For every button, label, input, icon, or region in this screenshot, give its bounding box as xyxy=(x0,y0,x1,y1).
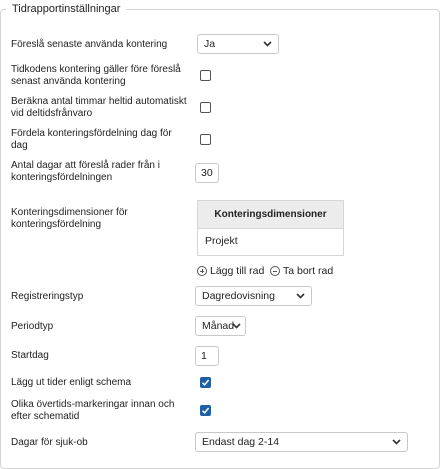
remove-row-button[interactable]: Ta bort rad xyxy=(270,264,333,278)
chevron-down-icon xyxy=(392,433,401,445)
period-type-value: Månad xyxy=(202,320,235,332)
sick-ob-days-label: Dagar för sjuk-ob xyxy=(11,437,88,448)
overtime-markings-checkbox[interactable] xyxy=(200,405,211,416)
start-day-input[interactable]: 1 xyxy=(195,346,219,366)
registration-type-label: Registreringstyp xyxy=(11,291,84,302)
overtime-markings-label: Olika övertids-markeringar innan och eft… xyxy=(11,399,175,422)
timecode-before-recent-checkbox[interactable] xyxy=(200,70,211,81)
dimensions-label: Konteringsdimensioner för konteringsförd… xyxy=(11,207,128,230)
check-icon xyxy=(201,407,210,414)
days-suggest-rows-label: Antal dagar att föreslå rader från i kon… xyxy=(11,160,160,183)
check-icon xyxy=(201,379,210,386)
calc-fullday-hours-checkbox[interactable] xyxy=(200,102,211,113)
start-day-label: Startdag xyxy=(11,350,49,361)
period-type-label: Periodtyp xyxy=(11,321,54,332)
section-title: Tidrapportinställningar xyxy=(6,2,127,16)
suggest-recent-value: Ja xyxy=(204,38,216,50)
plus-circle-icon xyxy=(197,266,207,276)
remove-row-label: Ta bort rad xyxy=(283,265,334,277)
schedule-times-checkbox[interactable] xyxy=(200,377,211,388)
suggest-recent-label: Föreslå senaste använda kontering xyxy=(11,39,168,50)
dimensions-table-row[interactable]: Projekt xyxy=(197,229,344,256)
schedule-times-label: Lägg ut tider enligt schema xyxy=(11,377,132,388)
calc-fullday-hours-label: Beräkna antal timmar heltid automatiskt … xyxy=(11,96,187,119)
chevron-down-icon xyxy=(263,35,272,47)
period-type-select[interactable]: Månad xyxy=(195,316,246,336)
minus-circle-icon xyxy=(270,266,280,276)
timecode-before-recent-label: Tidkodens kontering gäller före föreslå … xyxy=(11,64,181,87)
dimensions-table-header: Konteringsdimensioner xyxy=(197,200,344,229)
distribute-daily-label: Fördela konteringsfördelning dag för dag xyxy=(11,128,172,151)
distribute-daily-checkbox[interactable] xyxy=(200,134,211,145)
registration-type-value: Dagredovisning xyxy=(202,290,275,302)
add-row-button[interactable]: Lägg till rad xyxy=(197,264,264,278)
sick-ob-days-value: Endast dag 2-14 xyxy=(202,436,280,448)
add-row-label: Lägg till rad xyxy=(210,265,265,277)
chevron-down-icon xyxy=(296,287,305,299)
sick-ob-days-select[interactable]: Endast dag 2-14 xyxy=(195,432,408,452)
registration-type-select[interactable]: Dagredovisning xyxy=(195,286,312,306)
dimensions-table: Konteringsdimensioner Projekt xyxy=(197,200,344,256)
suggest-recent-select[interactable]: Ja xyxy=(197,34,279,54)
days-suggest-rows-input[interactable]: 30 xyxy=(195,163,219,183)
chevron-down-icon xyxy=(232,317,241,329)
